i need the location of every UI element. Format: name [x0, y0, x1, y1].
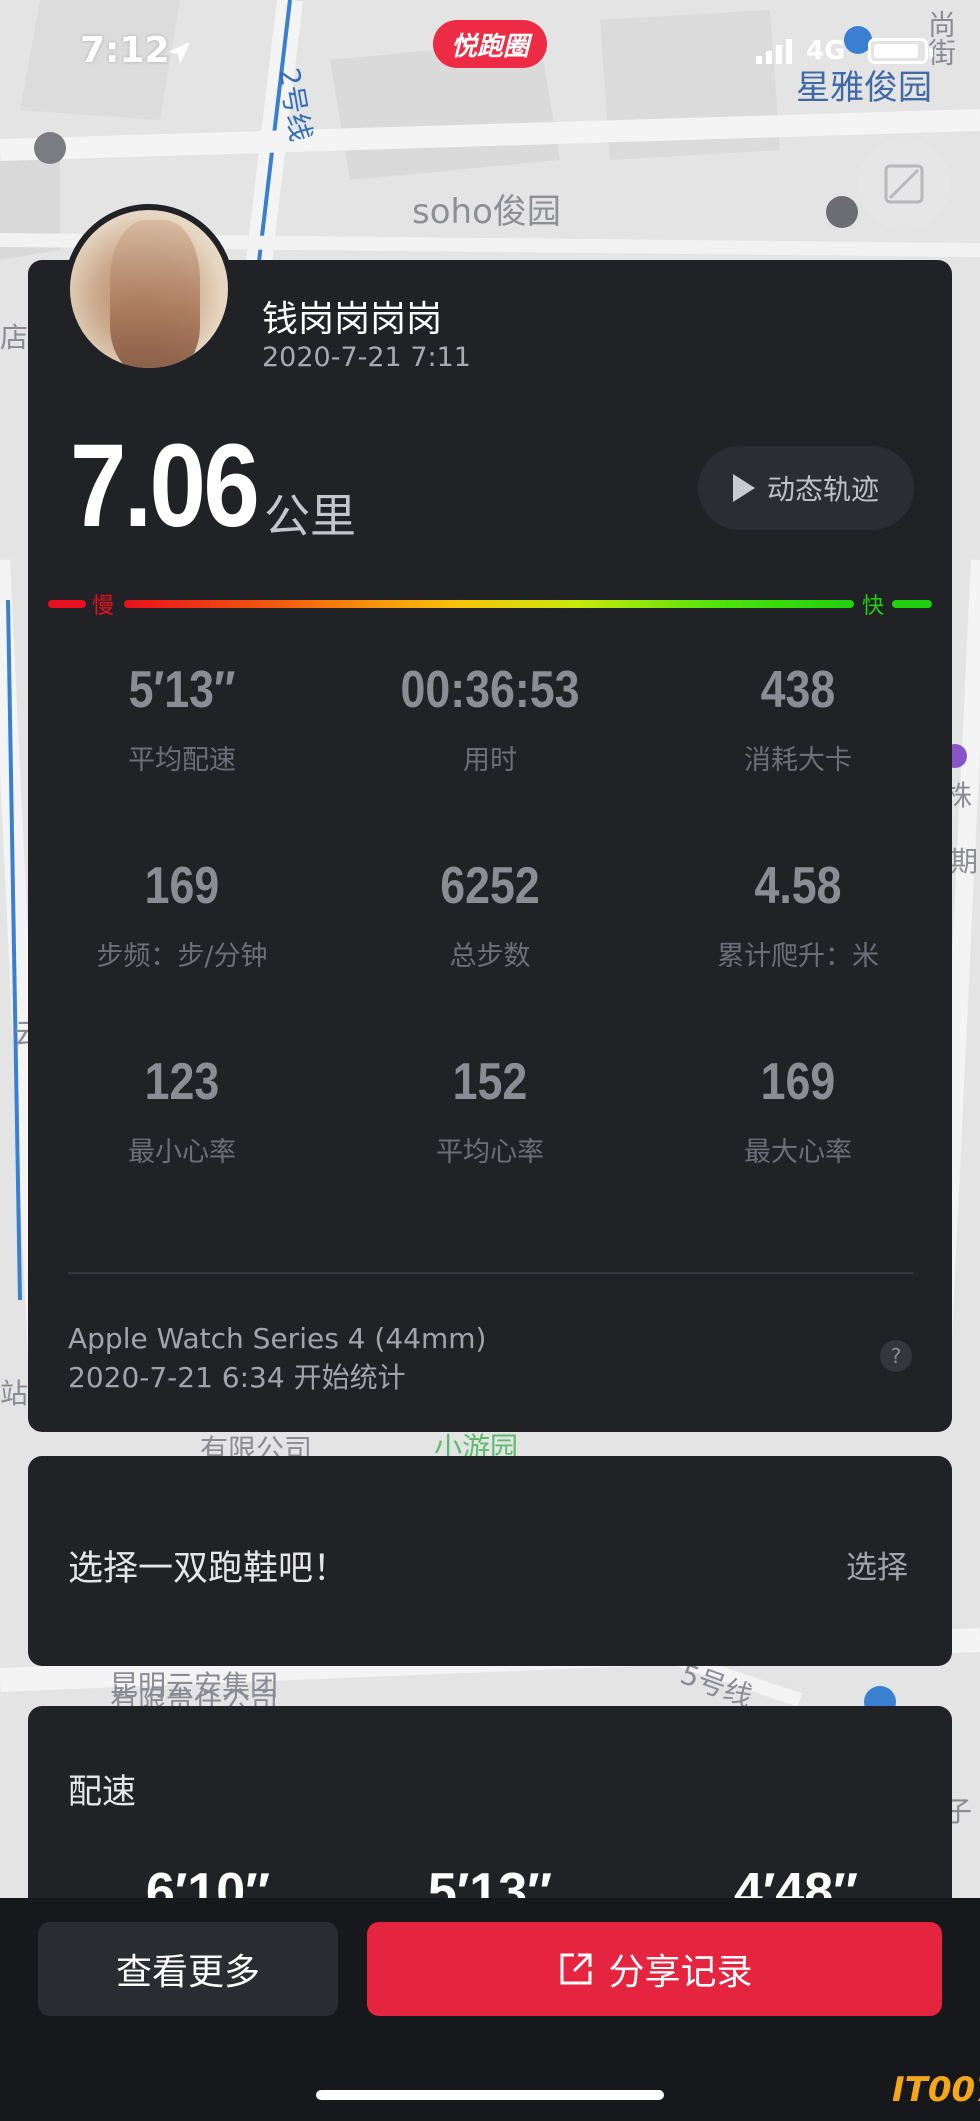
map-toggle-button[interactable]: [858, 138, 950, 230]
map-label: 店: [0, 321, 29, 354]
stat-value: 00:36:53: [400, 661, 580, 719]
shoe-select-button[interactable]: 选择: [846, 1542, 908, 1587]
pace-gradient-bar: [124, 600, 854, 608]
stat-label: 步频：步/分钟: [96, 941, 268, 972]
stat-label: 最大心率: [744, 1137, 852, 1168]
stat-label: 用时: [463, 745, 517, 776]
image-icon: [884, 164, 924, 204]
share-record-button[interactable]: 分享记录: [367, 1922, 942, 2016]
app-badge[interactable]: 悦跑圈: [433, 20, 547, 68]
stat-value: 4.58: [754, 857, 842, 915]
network-type: 4G: [806, 36, 846, 66]
stat-value: 152: [452, 1053, 528, 1111]
stat-value: 438: [760, 661, 836, 719]
stat-elevation-gain: 4.58 累计爬升：米: [644, 856, 952, 973]
distance-unit: 公里: [264, 489, 356, 543]
map-label: 站: [0, 1377, 29, 1410]
stat-label: 累计爬升：米: [717, 941, 879, 972]
share-icon: [560, 1953, 592, 1985]
stat-value: 6252: [440, 857, 540, 915]
pace-bar-fast-segment: [892, 600, 932, 608]
stat-avg-pace: 5′13″ 平均配速: [28, 660, 336, 777]
stat-calories: 438 消耗大卡: [644, 660, 952, 777]
play-icon: [732, 474, 755, 502]
stat-avg-heart-rate: 152 平均心率: [336, 1052, 644, 1169]
map-label: 期: [950, 845, 979, 878]
home-indicator[interactable]: [316, 2090, 664, 2100]
stat-label: 最小心率: [128, 1137, 236, 1168]
location-arrow-icon: [168, 42, 190, 64]
stat-label: 消耗大卡: [744, 745, 852, 776]
stat-value: 169: [144, 857, 220, 915]
map-label: soho俊园: [412, 192, 561, 232]
stat-label: 平均配速: [128, 745, 236, 776]
status-time: 7:12: [80, 30, 170, 71]
run-date: 2020-7-21 7:11: [262, 342, 471, 373]
stat-value: 5′13″: [128, 661, 236, 719]
stat-duration: 00:36:53 用时: [336, 660, 644, 777]
share-button-label: 分享记录: [608, 1952, 753, 1993]
stat-label: 平均心率: [436, 1137, 544, 1168]
pace-color-legend: 慢 快: [48, 588, 932, 619]
avatar-image: [110, 220, 200, 368]
distance-value: 7.06: [70, 420, 260, 552]
status-bar: 7:12 悦跑圈 4G: [0, 0, 980, 110]
battery-icon: [868, 38, 933, 64]
pace-bar-slow-segment: [48, 600, 86, 608]
signal-icon: [756, 39, 792, 64]
stat-value: 169: [760, 1053, 836, 1111]
divider: [68, 1272, 914, 1274]
stat-value: 123: [144, 1053, 220, 1111]
shoe-prompt: 选择一双跑鞋吧！: [68, 1549, 349, 1589]
pace-section-title: 配速: [68, 1772, 136, 1812]
watermark-logo: IT007: [892, 2070, 980, 2110]
stat-total-steps: 6252 总步数: [336, 856, 644, 973]
stat-min-heart-rate: 123 最小心率: [28, 1052, 336, 1169]
slow-label: 慢: [92, 594, 115, 619]
stat-cadence: 169 步频：步/分钟: [28, 856, 336, 973]
avatar[interactable]: [64, 204, 234, 374]
help-icon[interactable]: ?: [880, 1340, 912, 1372]
fast-label: 快: [862, 594, 885, 619]
track-button-label: 动态轨迹: [766, 473, 879, 506]
user-name: 钱岗岗岗岗: [262, 299, 443, 340]
view-more-button[interactable]: 查看更多: [38, 1922, 338, 2016]
dynamic-track-button[interactable]: 动态轨迹: [698, 446, 914, 530]
device-name: Apple Watch Series 4 (44mm): [68, 1322, 487, 1355]
stat-label: 总步数: [449, 941, 531, 972]
start-time-text: 2020-7-21 6:34 开始统计: [68, 1361, 406, 1394]
stat-max-heart-rate: 169 最大心率: [644, 1052, 952, 1169]
